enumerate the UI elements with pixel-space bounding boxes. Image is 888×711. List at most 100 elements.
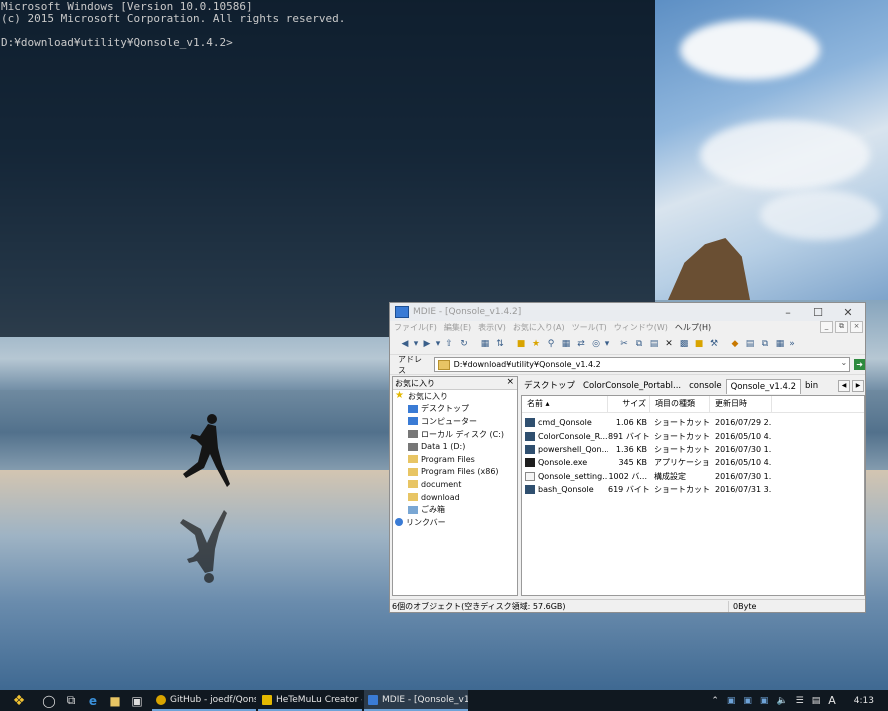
- minimize-icon[interactable]: –: [773, 303, 803, 321]
- app-tray-icon[interactable]: ▣: [727, 696, 736, 706]
- cut-icon[interactable]: ✂: [617, 337, 631, 351]
- tree-item[interactable]: download: [393, 491, 517, 504]
- tree-item[interactable]: リンクバー: [393, 516, 517, 529]
- back-icon[interactable]: ◀: [398, 337, 412, 351]
- window-icon[interactable]: ▤: [743, 337, 757, 351]
- menu-help[interactable]: ヘルプ(H): [675, 322, 711, 333]
- properties-icon[interactable]: ▩: [677, 337, 691, 351]
- up-folder-icon[interactable]: ⇧: [442, 337, 456, 351]
- folder-tab[interactable]: ColorConsole_Portabl...: [579, 379, 685, 393]
- start-icon[interactable]: ❖: [0, 690, 38, 711]
- file-row[interactable]: Qonsole_setting... 1002 バ... 構成設定 2016/07/3…: [522, 470, 864, 483]
- chevron-down-icon[interactable]: ⌄: [840, 358, 847, 367]
- tree-item[interactable]: ごみ箱: [393, 503, 517, 516]
- window-titlebar[interactable]: MDIE - [Qonsole_v1.4.2] – ☐ ✕: [390, 303, 865, 321]
- task-view-icon[interactable]: ⧉: [60, 690, 82, 711]
- column-date[interactable]: 更新日時: [710, 396, 772, 412]
- taskbar-app-button[interactable]: MDIE - [Qonsole_v1.4...: [364, 690, 468, 711]
- search-icon[interactable]: ⚲: [544, 337, 558, 351]
- menu-file[interactable]: ファイル(F): [394, 322, 437, 333]
- tree-item[interactable]: document: [393, 478, 517, 491]
- explorer-icon[interactable]: ■: [104, 690, 126, 711]
- network-icon[interactable]: ☰: [796, 696, 804, 706]
- globe-icon[interactable]: ◎: [589, 337, 603, 351]
- menu-edit[interactable]: 編集(E): [444, 322, 471, 333]
- folder-icon[interactable]: ■: [514, 337, 528, 351]
- tab-scroll-right-icon[interactable]: ▶: [852, 380, 864, 392]
- clock[interactable]: 4:13: [854, 696, 874, 706]
- tree-item[interactable]: ★ お気に入り: [393, 390, 517, 403]
- copy-icon[interactable]: ⧉: [632, 337, 646, 351]
- menu-favorites[interactable]: お気に入り(A): [513, 322, 565, 333]
- file-type: アプリケーション: [654, 458, 710, 468]
- tree-item[interactable]: Data 1 (D:): [393, 440, 517, 453]
- tab-scroll-left-icon[interactable]: ◀: [838, 380, 850, 392]
- mdi-close-icon[interactable]: ×: [850, 321, 863, 333]
- sort-icon[interactable]: ⇅: [493, 337, 507, 351]
- tree-item[interactable]: コンピューター: [393, 415, 517, 428]
- file-row[interactable]: Qonsole.exe 345 KB アプリケーション 2016/05/10 4...: [522, 456, 864, 469]
- action-center-icon[interactable]: ▤: [812, 696, 821, 706]
- file-row[interactable]: powershell_Qon... 1.36 KB ショートカット 2016/07/3…: [522, 443, 864, 456]
- folder-tab[interactable]: console: [685, 379, 725, 393]
- menu-tools[interactable]: ツール(T): [572, 322, 607, 333]
- file-row[interactable]: cmd_Qonsole 1.06 KB ショートカット 2016/07/29 2...: [522, 416, 864, 429]
- address-input[interactable]: D:¥download¥utility¥Qonsole_v1.4.2 ⌄: [433, 357, 851, 372]
- menu-view[interactable]: 表示(V): [478, 322, 506, 333]
- maximize-icon[interactable]: ☐: [803, 303, 833, 321]
- qonsole-terminal[interactable]: Microsoft Windows [Version 10.0.10586] (…: [0, 0, 655, 337]
- file-row[interactable]: ColorConsole_R... 891 バイト ショートカット 2016/05/1…: [522, 429, 864, 442]
- mdi-restore-icon[interactable]: ⧉: [835, 321, 848, 333]
- lock-icon[interactable]: ◆: [728, 337, 742, 351]
- tree-item-label: ローカル ディスク (C:): [421, 429, 505, 439]
- go-icon[interactable]: ➜: [854, 359, 865, 370]
- more-icon[interactable]: »: [788, 337, 796, 351]
- file-type: ショートカット: [654, 485, 710, 495]
- history-icon[interactable]: ▦: [559, 337, 573, 351]
- tile-icon[interactable]: ▦: [773, 337, 787, 351]
- close-pane-icon[interactable]: ×: [506, 377, 514, 387]
- view-icon[interactable]: ▦: [478, 337, 492, 351]
- app-tray-icon[interactable]: ▣: [760, 696, 769, 706]
- favorites-icon[interactable]: ★: [529, 337, 543, 351]
- new-folder-icon[interactable]: ■: [692, 337, 706, 351]
- taskbar-app-button[interactable]: HeTeMuLu Creator - ...: [258, 690, 362, 711]
- app-tray-icon[interactable]: ▣: [743, 696, 752, 706]
- tools-icon[interactable]: ⚒: [707, 337, 721, 351]
- sync-icon[interactable]: ⇄: [574, 337, 588, 351]
- folder-icon: [408, 455, 418, 464]
- mdi-minimize-icon[interactable]: _: [820, 321, 833, 333]
- volume-icon[interactable]: 🔈: [776, 696, 787, 706]
- column-name-label: 名前: [527, 399, 543, 408]
- folder-tab[interactable]: bin: [801, 379, 822, 393]
- config-file-icon: [525, 471, 535, 481]
- delete-icon[interactable]: ✕: [662, 337, 676, 351]
- paste-icon[interactable]: ▤: [647, 337, 661, 351]
- column-type[interactable]: 項目の種類: [650, 396, 710, 412]
- dropdown-icon[interactable]: ▾: [604, 337, 610, 351]
- cortana-icon[interactable]: ◯: [38, 690, 60, 711]
- folder-tab[interactable]: デスクトップ: [520, 379, 579, 393]
- tree-item-label: Data 1 (D:): [421, 442, 466, 452]
- file-row[interactable]: bash_Qonsole 619 バイト ショートカット 2016/07/31 3..…: [522, 483, 864, 496]
- tree-item[interactable]: Program Files: [393, 453, 517, 466]
- menu-window[interactable]: ウィンドウ(W): [614, 322, 668, 333]
- tree-item[interactable]: ローカル ディスク (C:): [393, 428, 517, 441]
- taskbar: ❖ ◯ ⧉ e ■ ▣ GitHub - joedf/Qons... HeTeMu…: [0, 690, 888, 711]
- cascade-icon[interactable]: ⧉: [758, 337, 772, 351]
- folder-tab[interactable]: Qonsole_v1.4.2: [725, 378, 802, 394]
- forward-icon[interactable]: ▶: [420, 337, 434, 351]
- dropdown-icon[interactable]: ▾: [413, 337, 419, 351]
- refresh-icon[interactable]: ↻: [457, 337, 471, 351]
- dropdown-icon[interactable]: ▾: [435, 337, 441, 351]
- column-size[interactable]: サイズ: [608, 396, 650, 412]
- close-icon[interactable]: ✕: [833, 303, 863, 321]
- taskbar-app-button[interactable]: GitHub - joedf/Qons...: [152, 690, 256, 711]
- edge-icon[interactable]: e: [82, 690, 104, 711]
- store-icon[interactable]: ▣: [126, 690, 148, 711]
- column-name[interactable]: 名前 ▴: [522, 396, 608, 412]
- tree-item[interactable]: デスクトップ: [393, 403, 517, 416]
- chevron-up-icon[interactable]: ⌃: [711, 696, 719, 706]
- ime-indicator[interactable]: A: [828, 694, 836, 707]
- tree-item[interactable]: Program Files (x86): [393, 466, 517, 479]
